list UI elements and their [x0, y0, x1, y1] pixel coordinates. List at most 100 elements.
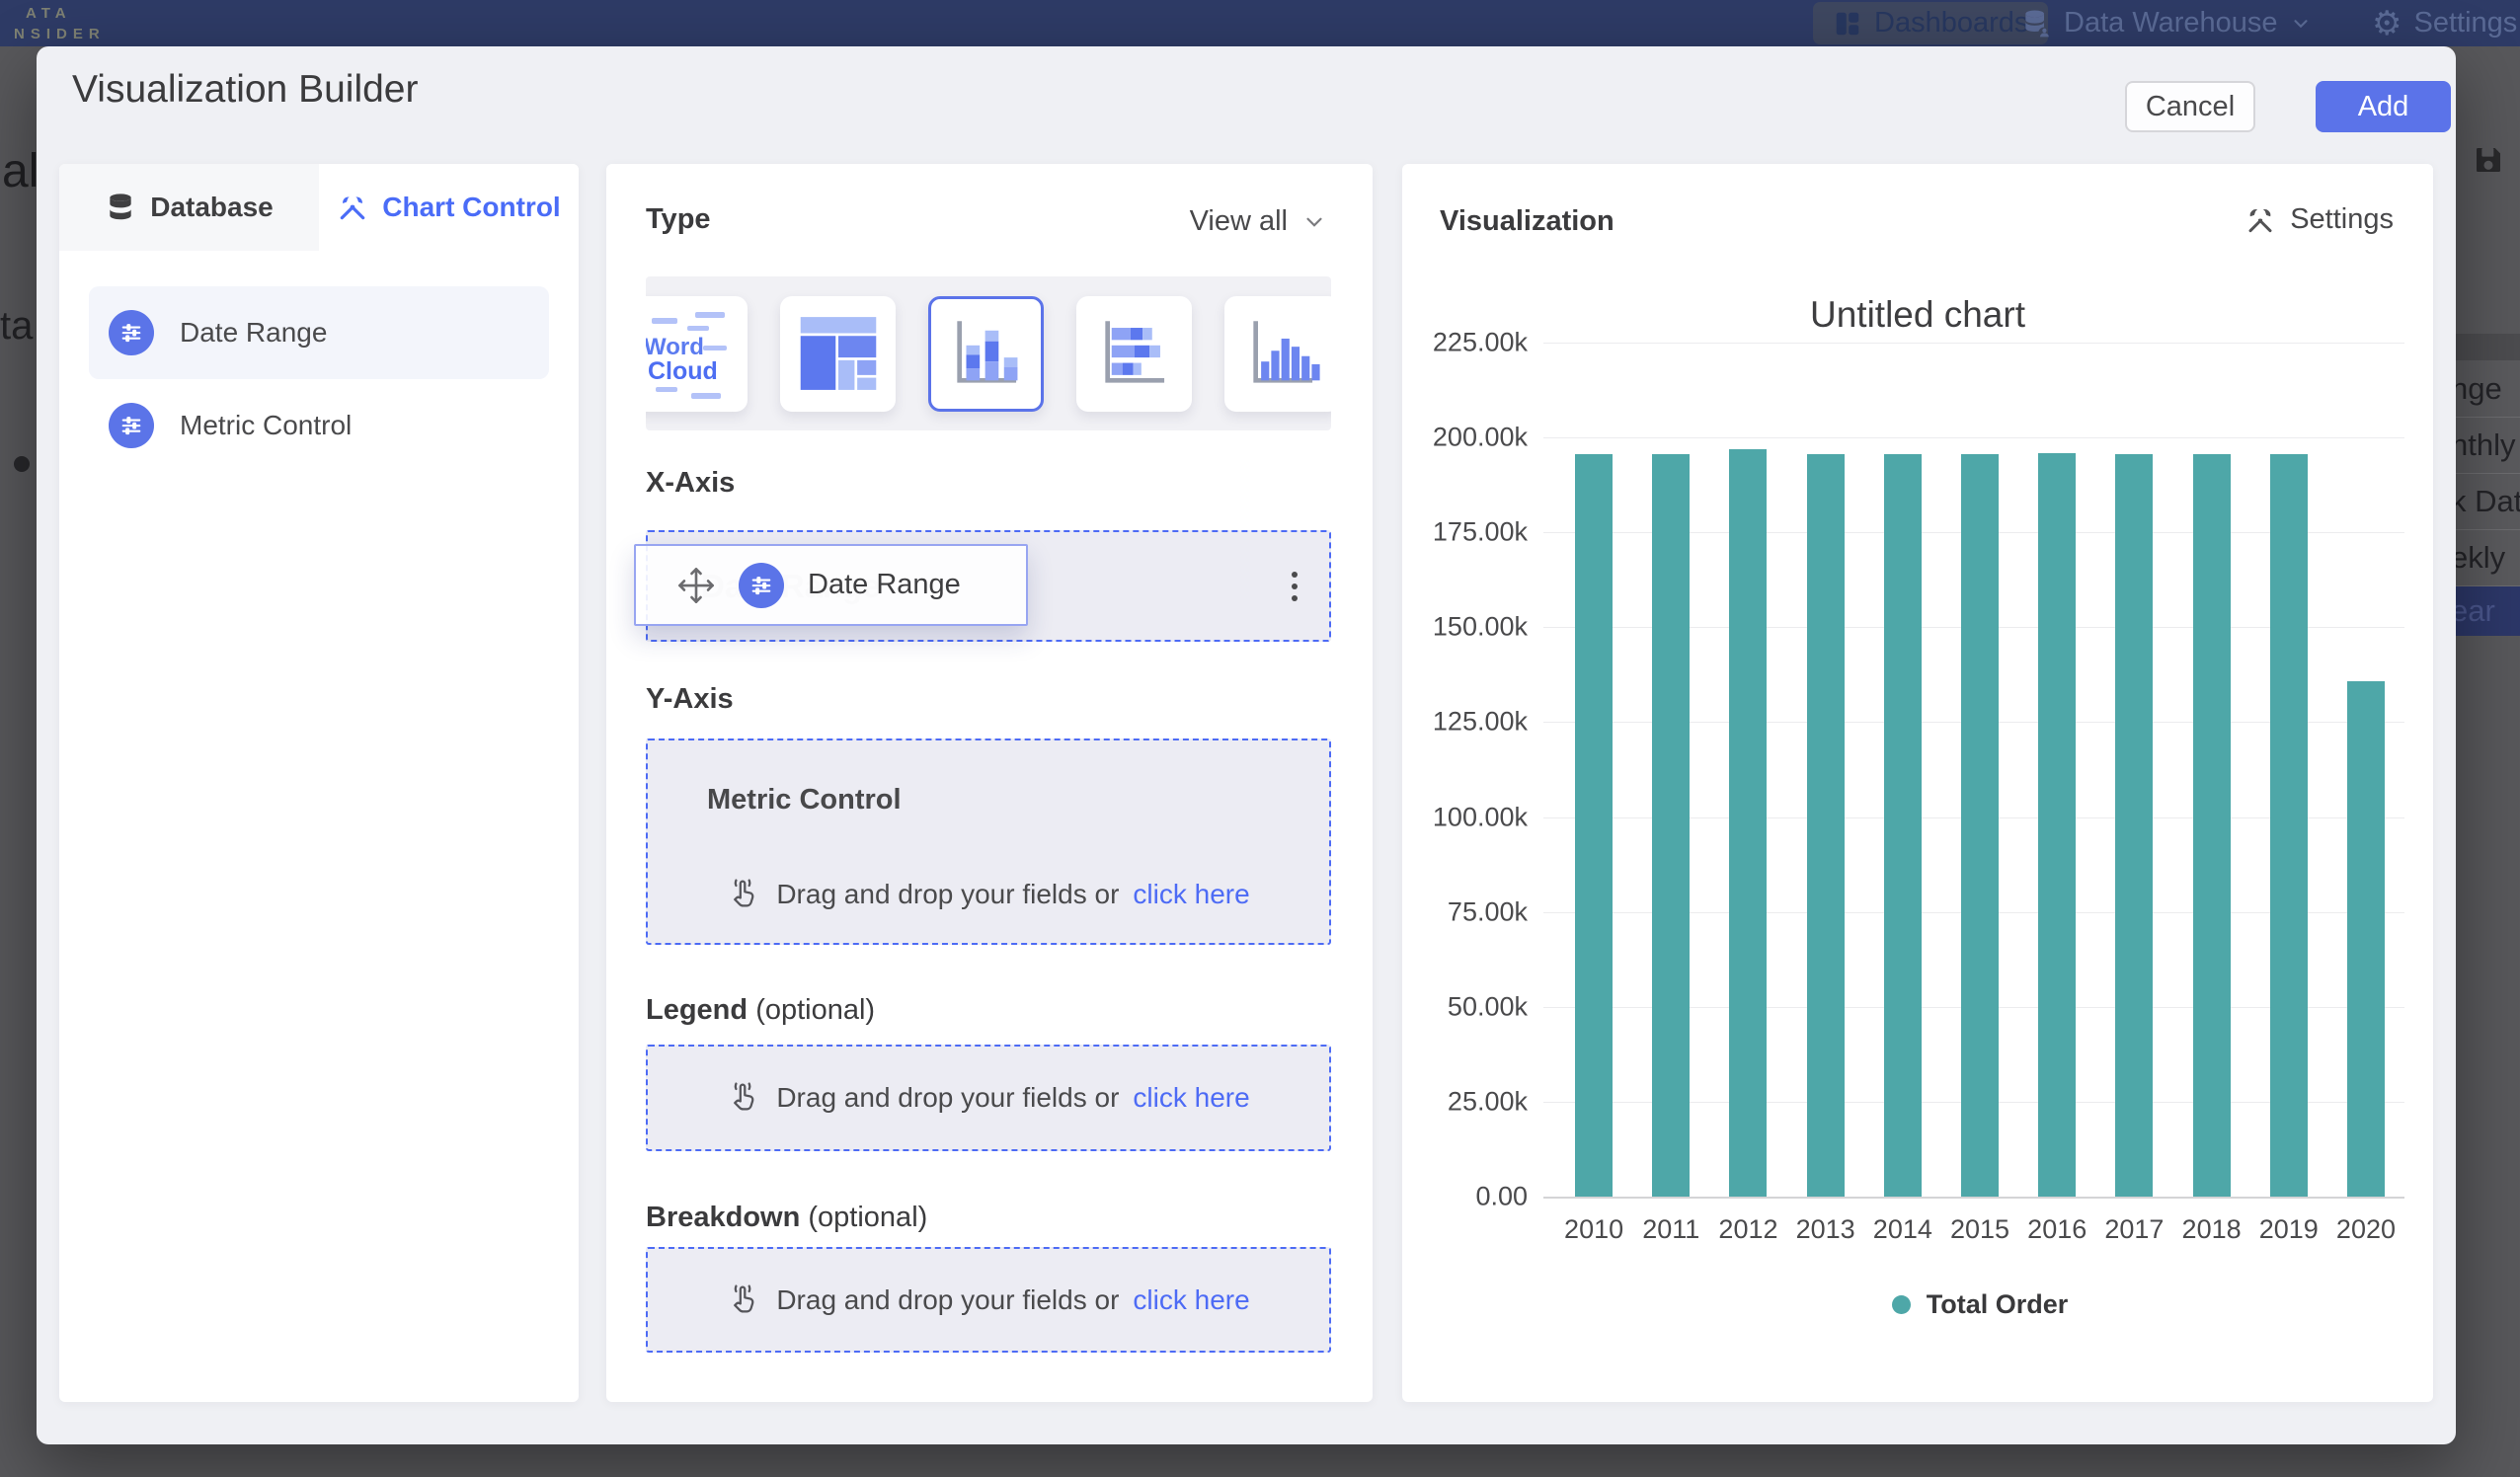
- chart-type-carousel: Word Cloud: [646, 276, 1331, 430]
- bar-slot: [1632, 343, 1709, 1197]
- click-here-link[interactable]: click here: [1133, 1082, 1249, 1114]
- logo-line-2: NSIDER: [14, 24, 106, 44]
- click-here-link[interactable]: click here: [1133, 1284, 1249, 1316]
- type-section-title: Type: [646, 203, 711, 236]
- logo-line-1: ATA: [14, 3, 106, 24]
- bar-slot: [1787, 343, 1864, 1197]
- chart-type-stacked-bar[interactable]: [1076, 296, 1192, 412]
- database-icon: [2020, 8, 2052, 39]
- bar-2014: [1884, 454, 1922, 1197]
- plot-area: 225.00k200.00k175.00k150.00k125.00k100.0…: [1555, 343, 2404, 1197]
- chart-title: Untitled chart: [1402, 294, 2433, 336]
- bar-slot: [1709, 343, 1786, 1197]
- settings-tools-icon: [2244, 204, 2276, 236]
- legend-optional-text: (optional): [755, 994, 875, 1026]
- x-axis-tick-label: 2011: [1632, 1214, 1709, 1245]
- drop-hint-text: Drag and drop your fields or: [776, 1284, 1119, 1316]
- tap-hand-icon: [727, 1283, 762, 1318]
- chart-type-column[interactable]: [1224, 296, 1331, 412]
- x-axis-labels: 2010201120122013201420152016201720182019…: [1555, 1214, 2404, 1245]
- fields-panel: Database Chart Control Date Range Metric…: [59, 164, 579, 1402]
- tab-database[interactable]: Database: [59, 164, 319, 251]
- bar-slot: [2250, 343, 2327, 1197]
- stacked-column-icon: [946, 313, 1027, 394]
- x-axis-tick-label: 2014: [1864, 1214, 1941, 1245]
- x-axis-tick-label: 2018: [2173, 1214, 2250, 1245]
- y-axis-tick-label: 25.00k: [1448, 1086, 1528, 1117]
- x-axis-tick-label: 2015: [1941, 1214, 2018, 1245]
- bar-2012: [1729, 449, 1767, 1197]
- gear-icon: ⚙: [2372, 7, 2402, 40]
- nav-item-data-warehouse: Data Warehouse: [2020, 0, 2312, 46]
- legend-dropzone[interactable]: Drag and drop your fields or click here: [646, 1045, 1331, 1151]
- visualization-panel: Visualization Settings Untitled chart 22…: [1402, 164, 2433, 1402]
- x-axis-tick-label: 2016: [2018, 1214, 2095, 1245]
- y-axis-tick-label: 0.00: [1475, 1182, 1528, 1212]
- chart-control-field-list: Date Range Metric Control: [59, 251, 579, 472]
- builder-panel: Type View all Word Cloud: [606, 164, 1373, 1402]
- chart-settings-button[interactable]: Settings: [2244, 203, 2394, 236]
- tools-icon: [337, 192, 368, 223]
- field-item-metric-control[interactable]: Metric Control: [89, 379, 549, 472]
- tab-chart-control[interactable]: Chart Control: [319, 164, 579, 251]
- chart-type-stacked-column-selected[interactable]: [928, 296, 1044, 412]
- bar-2013: [1807, 454, 1845, 1197]
- bar-2010: [1575, 454, 1613, 1197]
- field-item-date-range[interactable]: Date Range: [89, 286, 549, 379]
- legend-title-text: Legend: [646, 994, 748, 1026]
- y-axis-tick-label: 175.00k: [1433, 517, 1528, 548]
- breakdown-dropzone[interactable]: Drag and drop your fields or click here: [646, 1247, 1331, 1353]
- modal-title: Visualization Builder: [72, 68, 419, 112]
- view-all-dropdown[interactable]: View all: [1190, 205, 1327, 238]
- y-axis-section-title: Y-Axis: [646, 683, 734, 716]
- y-axis-tick-label: 150.00k: [1433, 612, 1528, 643]
- bar-2011: [1652, 454, 1690, 1197]
- background-band: [2456, 334, 2520, 360]
- nav-item-settings: ⚙ Settings: [2372, 0, 2517, 46]
- chart-type-word-cloud[interactable]: Word Cloud: [646, 296, 748, 412]
- tune-icon: [739, 563, 784, 608]
- bar-slot: [2018, 343, 2095, 1197]
- kebab-menu-icon[interactable]: [1286, 566, 1303, 607]
- drop-hint-text: Drag and drop your fields or: [776, 1082, 1119, 1114]
- y-axis-group-label: Metric Control: [707, 784, 902, 816]
- drop-hint-text: Drag and drop your fields or: [776, 879, 1119, 910]
- bar-2019: [2270, 454, 2308, 1197]
- bar-slot: [2095, 343, 2172, 1197]
- word-cloud-word: Cloud: [648, 357, 718, 386]
- bar-2015: [1961, 454, 1999, 1197]
- x-axis-dropzone[interactable]: Date Range Date Range: [646, 530, 1331, 642]
- treemap-icon: [798, 313, 879, 394]
- bar-slot: [1941, 343, 2018, 1197]
- bar-2017: [2115, 454, 2153, 1197]
- bar-slot: [1555, 343, 1632, 1197]
- cancel-button[interactable]: Cancel: [2125, 81, 2255, 132]
- legend-dot: [1892, 1295, 1911, 1314]
- bar-2016: [2038, 453, 2076, 1197]
- database-icon: [105, 192, 136, 223]
- column-chart-icon: [1242, 313, 1323, 394]
- tap-hand-icon: [727, 1080, 762, 1116]
- chart-type-treemap[interactable]: [780, 296, 896, 412]
- save-icon: [2472, 144, 2505, 176]
- y-axis-dropzone[interactable]: Metric Control Drag and drop your fields…: [646, 738, 1331, 945]
- dragged-chip-date-range[interactable]: Date Range: [634, 544, 1028, 626]
- tune-icon: [109, 403, 154, 448]
- bar-slot: [1864, 343, 1941, 1197]
- click-here-link[interactable]: click here: [1133, 879, 1249, 910]
- visualization-panel-title: Visualization: [1440, 205, 1614, 238]
- legend-section-title: Legend (optional): [646, 994, 875, 1027]
- x-axis-tick-label: 2019: [2250, 1214, 2327, 1245]
- app-logo: ATA NSIDER: [14, 3, 106, 44]
- y-axis-tick-label: 200.00k: [1433, 423, 1528, 453]
- background-text-fragment: al: [2, 144, 39, 198]
- view-all-label: View all: [1190, 205, 1288, 238]
- y-axis-tick-label: 50.00k: [1448, 991, 1528, 1022]
- chevron-down-icon: [1301, 209, 1327, 235]
- x-axis-tick-label: 2010: [1555, 1214, 1632, 1245]
- bar-slot: [2327, 343, 2404, 1197]
- nav-dashboards-label: Dashboards: [1874, 7, 2028, 39]
- visualization-builder-modal: Visualization Builder Cancel Add Databas…: [37, 46, 2456, 1444]
- x-axis-tick-label: 2020: [2327, 1214, 2404, 1245]
- add-button[interactable]: Add: [2316, 81, 2451, 132]
